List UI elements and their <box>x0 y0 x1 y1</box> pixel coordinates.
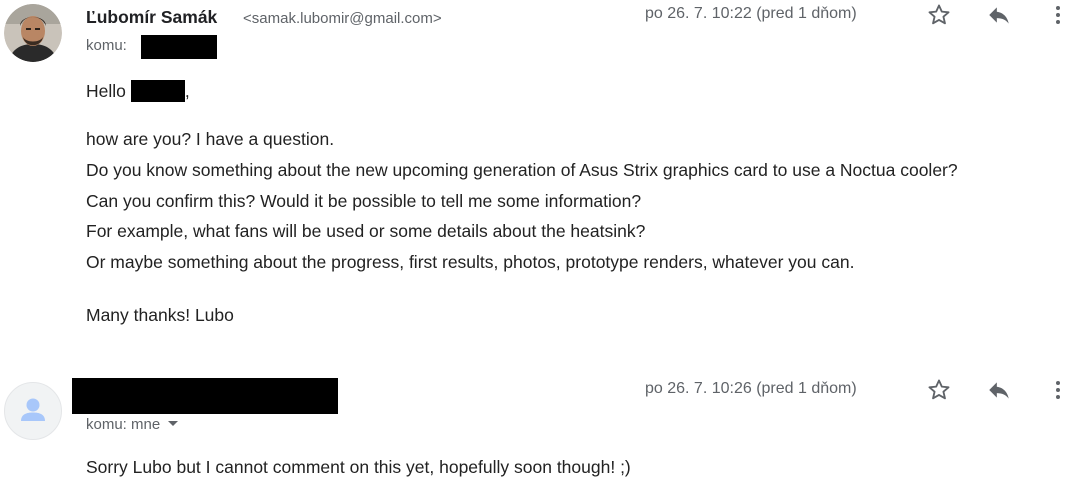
redacted-recipient <box>141 35 217 59</box>
recipient-line[interactable]: komu: mne <box>86 416 179 433</box>
greeting-line: Hello, <box>86 80 190 102</box>
message-timestamp: po 26. 7. 10:22 (pred 1 dňom) <box>645 5 857 22</box>
reply-icon <box>989 7 1009 24</box>
greeting-word: Hello <box>86 81 126 101</box>
body-line-4: For example, what fans will be used or s… <box>86 221 646 241</box>
more-vert-icon <box>1056 6 1060 24</box>
more-options-button[interactable] <box>1043 375 1073 405</box>
message-timestamp: po 26. 7. 10:26 (pred 1 dňom) <box>645 380 857 397</box>
body-line-3: Can you confirm this? Would it be possib… <box>86 191 642 211</box>
greeting-suffix: , <box>184 81 190 101</box>
more-vert-icon <box>1056 381 1060 399</box>
redacted-sender-name <box>72 378 338 414</box>
star-button[interactable] <box>924 375 954 405</box>
signoff-line: Many thanks! Lubo <box>86 305 234 325</box>
body-line-1: how are you? I have a question. <box>86 129 335 149</box>
star-icon <box>928 379 950 400</box>
recipient-label: komu: mne <box>86 416 161 433</box>
reply-button[interactable] <box>984 375 1014 405</box>
person-icon <box>21 398 45 421</box>
sender-avatar[interactable] <box>4 4 62 62</box>
reply-button[interactable] <box>984 0 1014 30</box>
star-icon <box>928 4 950 25</box>
recipient-label: komu: <box>86 37 127 54</box>
sender-avatar-default[interactable] <box>4 382 62 440</box>
recipient-line: komu: <box>86 37 127 54</box>
redacted-name <box>130 80 185 102</box>
body-line-5: Or maybe something about the progress, f… <box>86 252 855 272</box>
sender-name[interactable]: Ľubomír Samák <box>86 7 217 28</box>
chevron-down-icon[interactable] <box>168 421 179 426</box>
reply-body-line: Sorry Lubo but I cannot comment on this … <box>86 457 631 477</box>
reply-icon <box>989 382 1009 399</box>
body-line-2: Do you know something about the new upco… <box>86 160 958 180</box>
star-button[interactable] <box>924 0 954 30</box>
more-options-button[interactable] <box>1043 0 1073 30</box>
sender-email: <samak.lubomir@gmail.com> <box>243 10 442 27</box>
